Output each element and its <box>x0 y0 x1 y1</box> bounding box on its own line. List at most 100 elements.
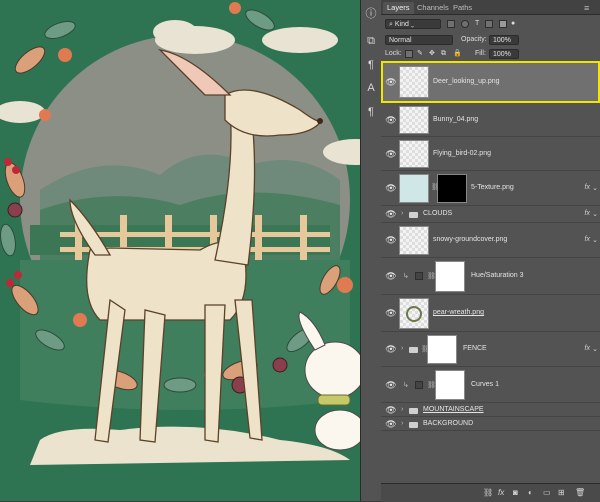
eye-icon[interactable]: 👁 <box>385 209 397 220</box>
folder-icon <box>409 422 418 428</box>
filter-pixel-icon[interactable] <box>447 20 455 28</box>
fx-badge[interactable]: fx <box>585 345 590 352</box>
add-style-icon[interactable]: fx <box>498 488 504 498</box>
layer-name: BACKGROUND <box>423 420 474 427</box>
info-icon[interactable]: ⓘ <box>363 6 379 22</box>
expand-arrow-icon[interactable]: › <box>401 345 403 352</box>
eye-icon[interactable]: 👁 <box>385 115 397 126</box>
layer-row-pear-wreath[interactable]: 👁 pear-wreath.png <box>381 295 600 332</box>
paragraph-style-icon[interactable]: ¶ <box>363 104 379 120</box>
layer-row-deer[interactable]: 👁 Deer_looking_up.png <box>381 61 600 103</box>
layer-row-fence[interactable]: 👁 › ⛓ FENCE fx ⌄ <box>381 332 600 367</box>
filter-toggle-icon[interactable]: ● <box>511 19 515 29</box>
paragraph-icon[interactable]: ¶ <box>363 57 379 73</box>
fx-badge[interactable]: fx <box>585 184 590 191</box>
canvas-artwork <box>0 0 360 501</box>
layer-row-background[interactable]: 👁 › BACKGROUND <box>381 417 600 431</box>
fx-badge[interactable]: fx <box>585 210 590 217</box>
layer-name: Flying_bird-02.png <box>433 150 491 157</box>
fill-label: Fill: <box>475 50 486 57</box>
chevron-down-icon[interactable]: ⌄ <box>592 345 598 353</box>
layer-row-mountainscape[interactable]: 👁 › MOUNTAINSCAPE <box>381 403 600 417</box>
expand-arrow-icon[interactable]: › <box>401 210 403 217</box>
eye-icon[interactable]: 👁 <box>385 183 397 194</box>
layer-row-bunny[interactable]: 👁 Bunny_04.png <box>381 103 600 137</box>
layer-thumbnail <box>399 226 429 255</box>
properties-icon[interactable]: ⧉ <box>363 33 379 49</box>
fx-badge[interactable]: fx <box>585 236 590 243</box>
character-icon[interactable]: A <box>363 80 379 96</box>
layer-thumbnail <box>399 174 429 203</box>
panel-menu-icon[interactable]: ≡ <box>584 2 589 14</box>
layer-name: Deer_looking_up.png <box>433 78 500 85</box>
chevron-down-icon[interactable]: ⌄ <box>592 210 598 218</box>
layer-mask-thumbnail <box>427 335 457 364</box>
filter-adjustment-icon[interactable] <box>461 20 469 28</box>
expand-arrow-icon[interactable]: › <box>401 406 403 413</box>
fill-field[interactable]: 100% <box>489 49 519 59</box>
layer-thumbnail <box>399 298 429 329</box>
lock-image-icon[interactable]: ✎ <box>417 49 423 59</box>
filter-kind-dropdown[interactable]: ⌕ Kind ⌄ <box>385 19 441 29</box>
lock-position-icon[interactable]: ✥ <box>429 49 435 59</box>
new-group-icon[interactable]: ▭ <box>543 488 551 498</box>
blend-row: Normal Opacity: 100% <box>381 33 600 47</box>
filter-kind-label: Kind <box>394 21 409 28</box>
eye-icon[interactable]: 👁 <box>385 77 397 88</box>
filter-row: ⌕ Kind ⌄ T ● <box>381 17 600 31</box>
chevron-down-icon[interactable]: ⌄ <box>592 236 598 244</box>
layer-mask-thumbnail <box>435 370 465 400</box>
layer-name: MOUNTAINSCAPE <box>423 406 484 413</box>
blend-mode-dropdown[interactable]: Normal <box>385 35 453 45</box>
layer-row-flying-bird[interactable]: 👁 Flying_bird-02.png <box>381 137 600 171</box>
tab-layers[interactable]: Layers <box>383 2 414 14</box>
opacity-field[interactable]: 100% <box>489 35 519 45</box>
lock-artboard-icon[interactable]: ⧉ <box>441 49 446 59</box>
opacity-label: Opacity: <box>461 36 487 43</box>
layer-name: FENCE <box>463 345 487 352</box>
panel-tabs: Layers Channels Paths ≡ <box>381 0 600 15</box>
new-layer-icon[interactable]: ⊞ <box>558 488 565 498</box>
layers-bottom-toolbar: ⛓ fx ◙ ◐ ▭ ⊞ 🗑 <box>381 483 600 502</box>
layer-row-hue-saturation[interactable]: 👁 ↳ ⛓ Hue/Saturation 3 <box>381 258 600 295</box>
eye-icon[interactable]: 👁 <box>385 380 397 391</box>
expand-arrow-icon[interactable]: › <box>401 420 403 427</box>
lock-transparent-icon[interactable] <box>405 50 413 58</box>
wreath-thumbnail-icon <box>406 306 422 322</box>
eye-icon[interactable]: 👁 <box>385 149 397 160</box>
tab-paths[interactable]: Paths <box>453 2 472 14</box>
eye-icon[interactable]: 👁 <box>385 344 397 355</box>
trash-icon[interactable]: 🗑 <box>575 488 585 498</box>
adjustment-curves-icon <box>415 381 423 389</box>
add-mask-icon[interactable]: ◙ <box>513 488 518 498</box>
layer-row-snowy-groundcover[interactable]: 👁 snowy-groundcover.png fx ⌄ <box>381 223 600 258</box>
eye-icon[interactable]: 👁 <box>385 419 397 430</box>
layer-name: pear-wreath.png <box>433 309 484 316</box>
chevron-down-icon[interactable]: ⌄ <box>592 184 598 192</box>
eye-icon[interactable]: 👁 <box>385 405 397 416</box>
layer-name: CLOUDS <box>423 210 453 217</box>
lock-all-icon[interactable]: 🔒 <box>453 49 462 59</box>
layer-row-curves[interactable]: 👁 ↳ ⛓ Curves 1 <box>381 367 600 403</box>
layer-row-clouds[interactable]: 👁 › CLOUDS fx ⌄ <box>381 206 600 223</box>
filter-type-icon[interactable]: T <box>475 19 479 29</box>
eye-icon[interactable]: 👁 <box>385 308 397 319</box>
layer-mask-thumbnail <box>437 174 467 203</box>
filter-smartobject-icon[interactable] <box>499 20 507 28</box>
clipping-arrow-icon: ↳ <box>403 273 409 280</box>
layer-mask-thumbnail <box>435 261 465 292</box>
tab-channels[interactable]: Channels <box>417 2 449 14</box>
folder-icon <box>409 408 418 414</box>
layers-panel: Layers Channels Paths ≡ ⌕ Kind ⌄ T ● Nor… <box>381 0 600 502</box>
eye-icon[interactable]: 👁 <box>385 271 397 282</box>
layer-thumbnail <box>399 106 429 134</box>
layer-row-texture[interactable]: 👁 ⛓ 5-Texture.png fx ⌄ <box>381 171 600 206</box>
filter-shape-icon[interactable] <box>485 20 493 28</box>
layer-thumbnail <box>399 66 429 98</box>
eye-icon[interactable]: 👁 <box>385 235 397 246</box>
adjustment-layer-icon[interactable]: ◐ <box>528 488 533 498</box>
link-layers-icon[interactable]: ⛓ <box>483 488 493 498</box>
clipping-arrow-icon: ↳ <box>403 382 409 389</box>
layer-name: snowy-groundcover.png <box>433 236 508 243</box>
lock-row: Lock: ✎ ✥ ⧉ 🔒 Fill: 100% <box>381 47 600 61</box>
